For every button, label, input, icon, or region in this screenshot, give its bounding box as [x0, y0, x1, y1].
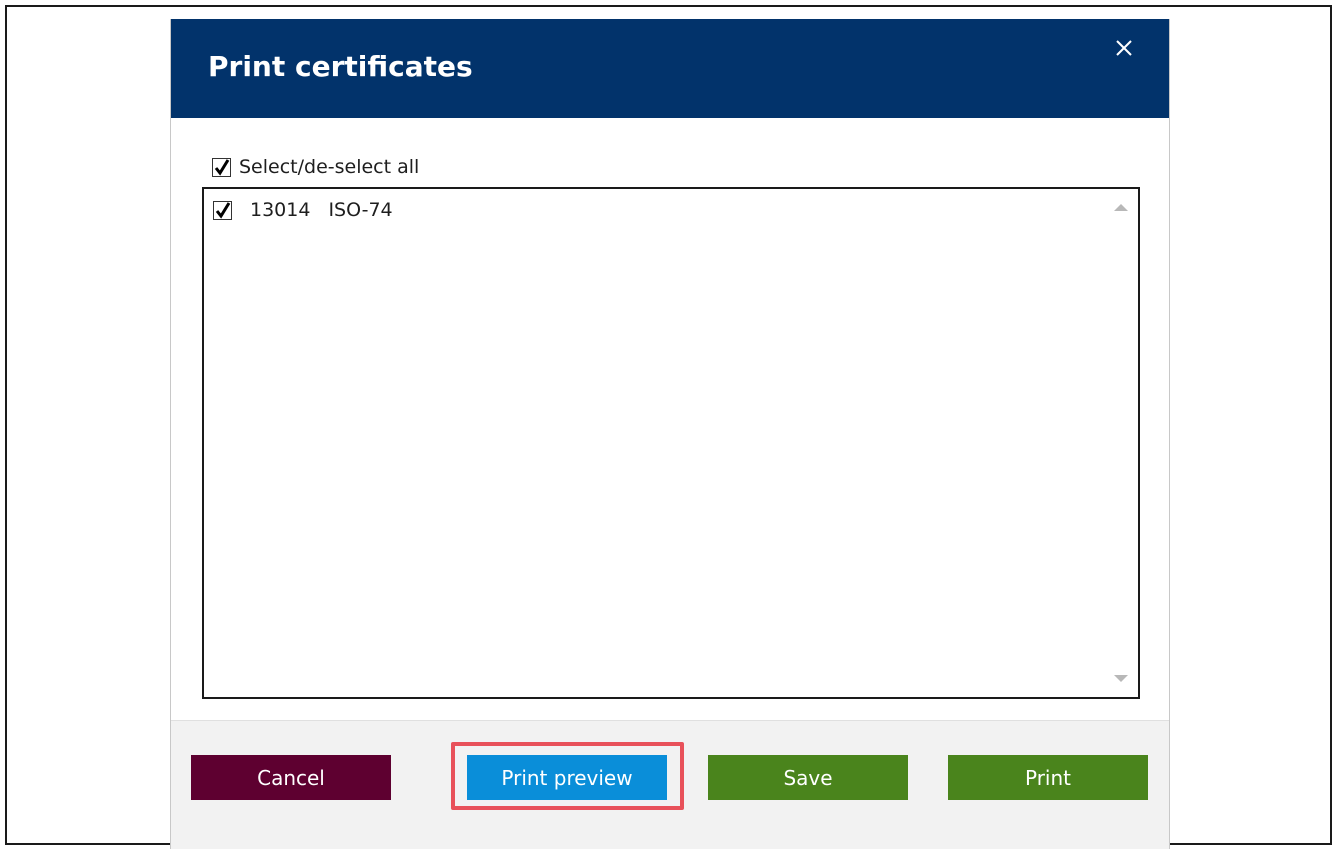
item-name: ISO-74 [328, 199, 393, 221]
dialog-footer: Cancel Print preview Save Print [171, 720, 1169, 849]
select-all-checkbox[interactable]: Select/de-select all [212, 153, 419, 181]
checkmark-icon [214, 158, 230, 176]
scroll-up-icon[interactable] [1114, 203, 1128, 211]
print-certificates-dialog: Print certificates Select/de-select all … [170, 19, 1170, 849]
dialog-titlebar: Print certificates [171, 19, 1169, 118]
close-icon[interactable] [1109, 33, 1139, 63]
select-all-label: Select/de-select all [239, 156, 420, 178]
print-preview-button[interactable]: Print preview [467, 755, 667, 800]
list-item[interactable]: 13014 ISO-74 [213, 197, 393, 223]
certificate-listbox[interactable]: 13014 ISO-74 [202, 187, 1140, 699]
item-code: 13014 [250, 199, 311, 221]
save-button[interactable]: Save [708, 755, 908, 800]
select-all-checkbox-box[interactable] [212, 157, 231, 177]
scroll-down-icon[interactable] [1114, 675, 1128, 683]
print-button[interactable]: Print [948, 755, 1148, 800]
checkmark-icon [215, 201, 231, 219]
item-checkbox[interactable] [213, 200, 232, 220]
dialog-title: Print certificates [208, 50, 473, 83]
cancel-button[interactable]: Cancel [191, 755, 391, 800]
